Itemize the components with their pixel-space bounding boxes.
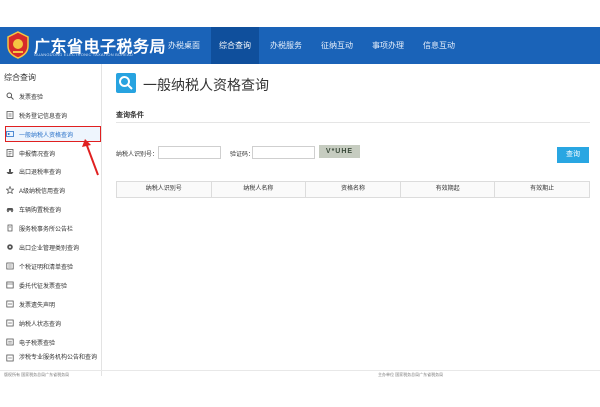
taxpayer-id-label: 纳税人识别号： <box>116 152 159 158</box>
sidebar-item-vehicle-tax[interactable]: 车辆购置税查询 <box>6 202 100 216</box>
query-button[interactable]: 查询 <box>557 147 589 163</box>
column-header-qualification: 资格名称 <box>306 182 401 197</box>
sidebar-item-entrusted-invoice[interactable]: 委托代征发票查验 <box>6 278 100 292</box>
column-header-valid-from: 有效期起 <box>401 182 496 197</box>
nav-item-query[interactable]: 综合查询 <box>211 27 259 64</box>
sidebar-item-personal-tax-cert[interactable]: 个税证明和清单查验 <box>6 259 100 273</box>
sidebar-item-credit[interactable]: A级纳税信用查询 <box>5 183 100 197</box>
certificate-icon <box>6 262 14 270</box>
nav-item-desktop[interactable]: 办税桌面 <box>160 27 208 64</box>
sidebar-item-registration[interactable]: 税务登记信息查询 <box>6 108 100 122</box>
sidebar-item-label: 税务登记信息查询 <box>19 113 68 120</box>
sidebar-item-label: A级纳税信用查询 <box>19 188 66 195</box>
column-header-valid-to: 有效期止 <box>530 186 555 192</box>
annotation-arrow-icon <box>82 139 99 176</box>
taxpayer-id-input[interactable] <box>158 146 221 159</box>
page-title: 一般纳税人资格查询 <box>143 77 269 93</box>
section-divider <box>116 122 590 123</box>
sidebar-item-invoice-lost[interactable]: 发票遗失声明 <box>6 297 100 311</box>
sidebar-item-label: 一般纳税人资格查询 <box>19 132 74 139</box>
sidebar-item-e-ticket[interactable]: 电子税票查验 <box>6 335 100 349</box>
ticket-icon <box>6 338 14 346</box>
invoice-icon <box>6 281 14 289</box>
footer: 版权所有 国家税务总局广东省税务局 主办单位 国家税务总局广东省税务局 <box>0 370 600 378</box>
sidebar-item-label: 申报情况查询 <box>19 151 56 158</box>
sidebar-item-invoice-check[interactable]: 发票查验 <box>6 89 100 103</box>
sidebar-item-export-category[interactable]: 出口企业管理类别查询 <box>6 240 100 254</box>
sidebar-title: 综合查询 <box>4 73 36 82</box>
nav-item-interaction[interactable]: 征纳互动 <box>313 27 361 64</box>
result-table-header: 纳税人识别号 纳税人名称 资格名称 有效期起 有效期止 <box>116 181 590 198</box>
sidebar-item-label: 服务税事务所公告栏 <box>19 226 74 233</box>
sidebar-item-label: 发票遗失声明 <box>19 302 56 309</box>
id-card-icon <box>6 130 14 138</box>
sidebar-item-label: 出口企业管理类别查询 <box>19 245 80 252</box>
star-icon <box>5 185 15 195</box>
nav-item-info[interactable]: 信息互动 <box>415 27 463 64</box>
top-header: 广东省电子税务局 GUANGDONG ELECTRONIC TAXATION B… <box>0 27 600 64</box>
search-icon <box>116 73 136 93</box>
footer-right-text: 主办单位 国家税务总局广东省税务局 <box>378 372 444 377</box>
sidebar-item-label: 个税证明和清单查验 <box>19 264 74 271</box>
report-icon <box>6 149 14 157</box>
sidebar-item-label: 出口退税率查询 <box>19 169 62 176</box>
main-nav: 办税桌面 综合查询 办税服务 征纳互动 事项办理 信息互动 <box>160 27 466 64</box>
captcha-label: 验证码： <box>230 152 255 158</box>
sidebar-item-taxpayer-status[interactable]: 纳税人状态查询 <box>6 316 100 330</box>
sidebar-item-label: 车辆购置税查询 <box>19 207 62 214</box>
site-subtitle: GUANGDONG ELECTRONIC TAXATION BUREAU <box>34 52 133 57</box>
column-header-taxpayer-id: 纳税人识别号 <box>117 182 212 197</box>
org-icon <box>6 354 14 362</box>
notice-icon <box>6 224 14 232</box>
status-icon <box>6 319 14 327</box>
sidebar-item-tax-agency-notice[interactable]: 服务税事务所公告栏 <box>6 221 100 235</box>
car-icon <box>6 205 14 213</box>
footer-left-text: 版权所有 国家税务总局广东省税务局 <box>4 372 70 377</box>
nav-item-affairs[interactable]: 事项办理 <box>364 27 412 64</box>
sidebar-item-label: 涉税专业服务机构公告和查询 <box>19 355 98 361</box>
captcha-input[interactable] <box>252 146 315 159</box>
captcha-image[interactable]: V*UHE <box>319 145 360 158</box>
sidebar: 综合查询 发票查验 税务登记信息查询 一般纳税人资格查询 申报情况查询 出口退税… <box>0 64 102 376</box>
gear-icon <box>6 243 14 251</box>
document-icon <box>6 111 14 119</box>
search-icon <box>6 92 14 100</box>
column-header-taxpayer-name: 纳税人名称 <box>212 182 307 197</box>
tax-emblem-icon <box>7 31 29 59</box>
sidebar-item-label: 电子税票查验 <box>19 340 56 347</box>
ship-icon <box>6 167 14 175</box>
nav-item-service[interactable]: 办税服务 <box>262 27 310 64</box>
section-title: 查询条件 <box>116 112 144 119</box>
sidebar-item-label: 委托代征发票查验 <box>19 283 68 290</box>
sidebar-item-label: 发票查验 <box>19 94 44 101</box>
sidebar-item-label: 纳税人状态查询 <box>19 321 62 328</box>
declare-icon <box>6 300 14 308</box>
